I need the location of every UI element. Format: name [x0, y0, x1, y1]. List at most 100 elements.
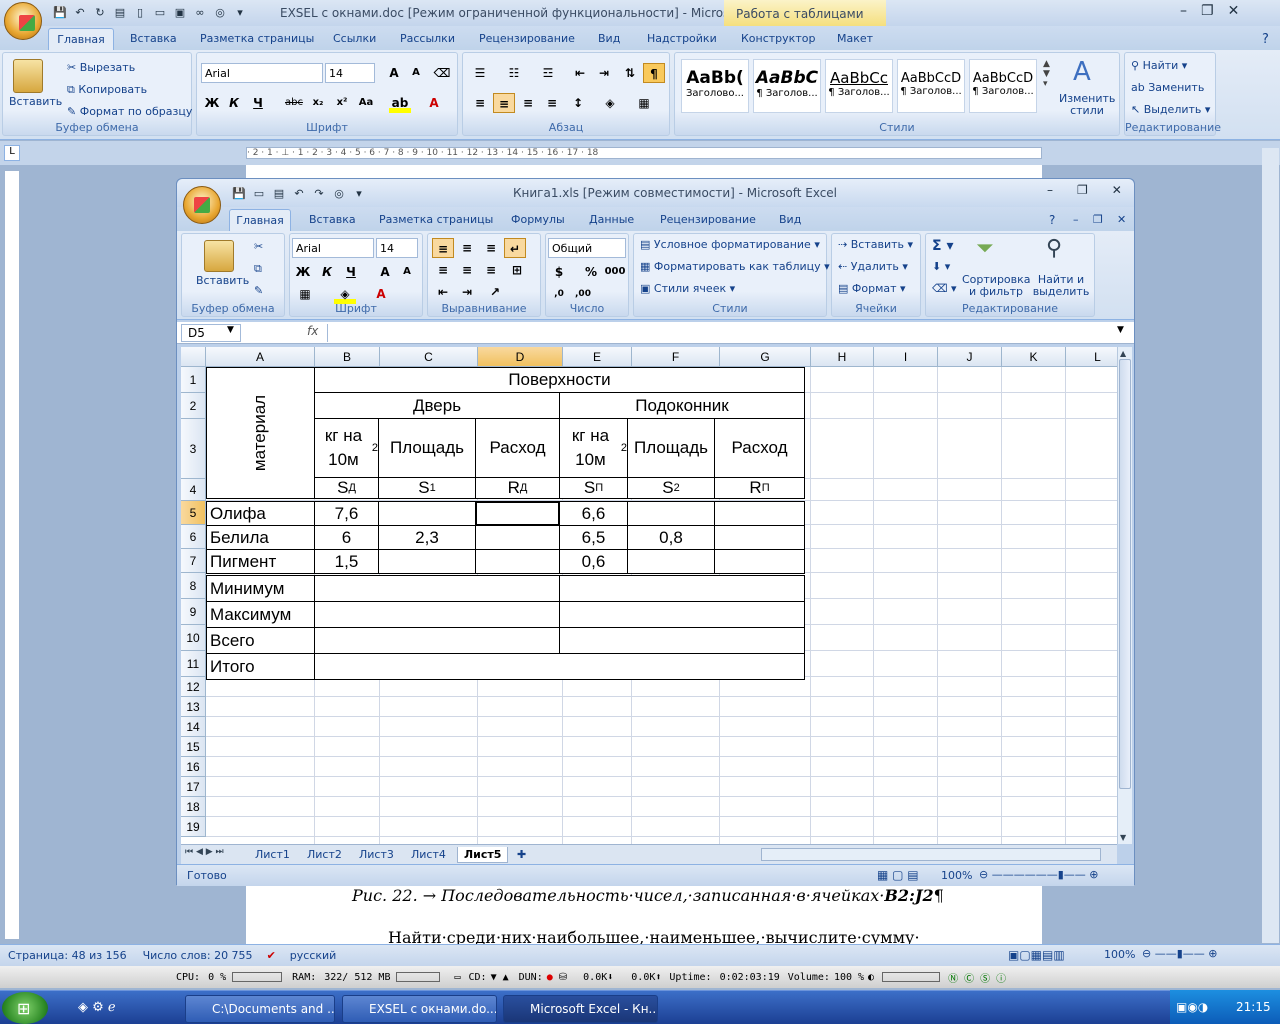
font-name-select[interactable]: Arial	[292, 238, 374, 258]
qat-more-icon[interactable]: ▾	[351, 186, 367, 202]
row-header-2[interactable]: 2	[181, 393, 206, 419]
sheet-tab-5[interactable]: Лист5	[457, 847, 509, 863]
tab-page-layout[interactable]: Разметка страницы	[379, 213, 493, 226]
cell-b4[interactable]: SД	[314, 477, 379, 499]
column-header-c[interactable]: C	[380, 347, 478, 367]
excel-vertical-scrollbar[interactable]: ▲ ▼	[1117, 347, 1132, 844]
minimize-icon[interactable]: –	[1180, 3, 1187, 19]
expand-formula-bar-icon[interactable]: ▼	[1117, 325, 1124, 335]
change-case-icon[interactable]: Aa	[355, 93, 377, 113]
font-color-icon[interactable]: A	[423, 93, 445, 113]
ribbon-minimize-icon[interactable]: –	[1073, 213, 1079, 226]
column-header-d[interactable]: D	[478, 347, 563, 367]
style-heading-5[interactable]: AaBbCcD ¶ Заголов...	[969, 59, 1037, 113]
find-button[interactable]: ⚲ Найти ▾	[1131, 59, 1187, 72]
replace-button[interactable]: ab Заменить	[1131, 81, 1204, 94]
minimize-icon[interactable]: –	[1047, 183, 1053, 197]
page-count[interactable]: Страница: 48 из 156	[8, 949, 127, 962]
cell-sill-flow-header[interactable]: Расход	[714, 418, 805, 478]
tab-insert[interactable]: Вставка	[309, 213, 356, 226]
column-header-h[interactable]: H	[811, 347, 874, 367]
cell-b7[interactable]: 1,5	[314, 549, 379, 574]
paste-button[interactable]: Вставить	[9, 95, 62, 108]
cell-e8-merged[interactable]	[559, 575, 805, 602]
save-icon[interactable]: 💾	[52, 5, 68, 21]
horizontal-scrollbar[interactable]	[761, 848, 1101, 861]
fill-icon[interactable]: ⬇ ▾	[932, 260, 950, 273]
scroll-up-icon[interactable]: ▲	[1120, 349, 1126, 358]
sheet-tab-2[interactable]: Лист2	[301, 847, 348, 863]
cell-c5[interactable]	[378, 501, 476, 526]
align-right-icon[interactable]: ≡	[517, 93, 539, 113]
tab-addins[interactable]: Надстройки	[647, 32, 717, 45]
print-preview-icon[interactable]: ▤	[112, 5, 128, 21]
tab-insert[interactable]: Вставка	[130, 32, 177, 45]
tray-icons[interactable]: ▣◉◑	[1176, 1000, 1208, 1014]
cell-surfaces-header[interactable]: Поверхности	[314, 367, 805, 393]
font-name-select[interactable]: Arial	[201, 63, 323, 83]
cell-b5[interactable]: 7,6	[314, 501, 379, 526]
horizontal-ruler[interactable]: · 2 · 1 · ⊥ · 1 · 2 · 3 · 4 · 5 · 6 · 7 …	[246, 147, 1042, 159]
function-icon[interactable]: fx	[307, 324, 318, 338]
sort-icon[interactable]: ⇅	[619, 63, 641, 83]
clear-icon[interactable]: ⌫ ▾	[932, 282, 957, 295]
row-header-15[interactable]: 15	[181, 737, 206, 757]
tab-references[interactable]: Ссылки	[333, 32, 376, 45]
cell-b10-merged[interactable]	[314, 627, 560, 654]
binoculars-icon[interactable]: ∞	[192, 5, 208, 21]
format-painter-button[interactable]: ✎ Формат по образцу	[67, 105, 192, 118]
tab-layout[interactable]: Макет	[837, 32, 873, 45]
row-header-16[interactable]: 16	[181, 757, 206, 777]
tab-formulas[interactable]: Формулы	[511, 213, 565, 226]
paste-icon[interactable]: ▣	[172, 5, 188, 21]
cell-door-area-header[interactable]: Площадь	[378, 418, 476, 478]
cell-b6[interactable]: 6	[314, 525, 379, 550]
close-icon[interactable]: ✕	[1112, 183, 1122, 197]
cell-b11-merged[interactable]	[314, 653, 805, 680]
cell-a8[interactable]: Минимум	[206, 575, 315, 602]
row-header-5[interactable]: 5	[181, 501, 206, 525]
row-header-4[interactable]: 4	[181, 479, 206, 501]
cell-door-flow-header[interactable]: Расход	[475, 418, 560, 478]
cell-f7[interactable]	[627, 549, 715, 574]
maximize-icon[interactable]: ❐	[1201, 3, 1214, 19]
bullets-icon[interactable]: ☰	[469, 63, 491, 83]
grow-font-icon[interactable]: A	[374, 262, 396, 282]
numbering-icon[interactable]: ☷	[503, 63, 525, 83]
copy-icon[interactable]: ⧉	[254, 262, 262, 276]
help-icon[interactable]: ?	[1049, 213, 1055, 227]
tab-view[interactable]: Вид	[779, 213, 801, 226]
word-count[interactable]: Число слов: 20 755	[143, 949, 253, 962]
clock[interactable]: 21:15	[1236, 1000, 1271, 1014]
comma-style-icon[interactable]: 000	[604, 262, 626, 282]
cell-d6[interactable]	[475, 525, 560, 550]
styles-scroll-icon[interactable]: ▲ ▼ ▾	[1043, 59, 1050, 89]
insert-sheet-icon[interactable]: ✚	[511, 847, 532, 863]
name-box-dropdown-icon[interactable]: ▼	[227, 325, 234, 335]
row-header-14[interactable]: 14	[181, 717, 206, 737]
help-icon[interactable]: ?	[1262, 32, 1269, 47]
row-header-19[interactable]: 19	[181, 817, 206, 837]
column-header-f[interactable]: F	[632, 347, 720, 367]
cell-f4[interactable]: S2	[627, 477, 715, 499]
sheet-tab-4[interactable]: Лист4	[405, 847, 452, 863]
decrease-decimal-icon[interactable]: ,00	[572, 284, 594, 304]
cell-g5[interactable]	[714, 501, 805, 526]
volume-slider[interactable]	[882, 972, 941, 982]
row-header-9[interactable]: 9	[181, 599, 206, 625]
column-header-j[interactable]: J	[938, 347, 1002, 367]
copy-button[interactable]: ⧉ Копировать	[67, 83, 147, 97]
save-icon[interactable]: 💾	[231, 186, 247, 202]
line-spacing-icon[interactable]: ↕	[567, 93, 589, 113]
currency-icon[interactable]: $	[548, 262, 570, 282]
cell-a10[interactable]: Всего	[206, 627, 315, 654]
cell-e7[interactable]: 0,6	[559, 549, 628, 574]
cell-c4[interactable]: S1	[378, 477, 476, 499]
borders-icon[interactable]: ▦	[294, 284, 316, 304]
align-left-icon[interactable]: ≡	[432, 260, 454, 280]
cell-material-header[interactable]: материал	[206, 367, 315, 499]
cell-e4[interactable]: SП	[559, 477, 628, 499]
task-explorer[interactable]: C:\Documents and ...	[185, 995, 335, 1023]
cell-d5-selected[interactable]	[475, 501, 560, 526]
row-header-10[interactable]: 10	[181, 625, 206, 651]
